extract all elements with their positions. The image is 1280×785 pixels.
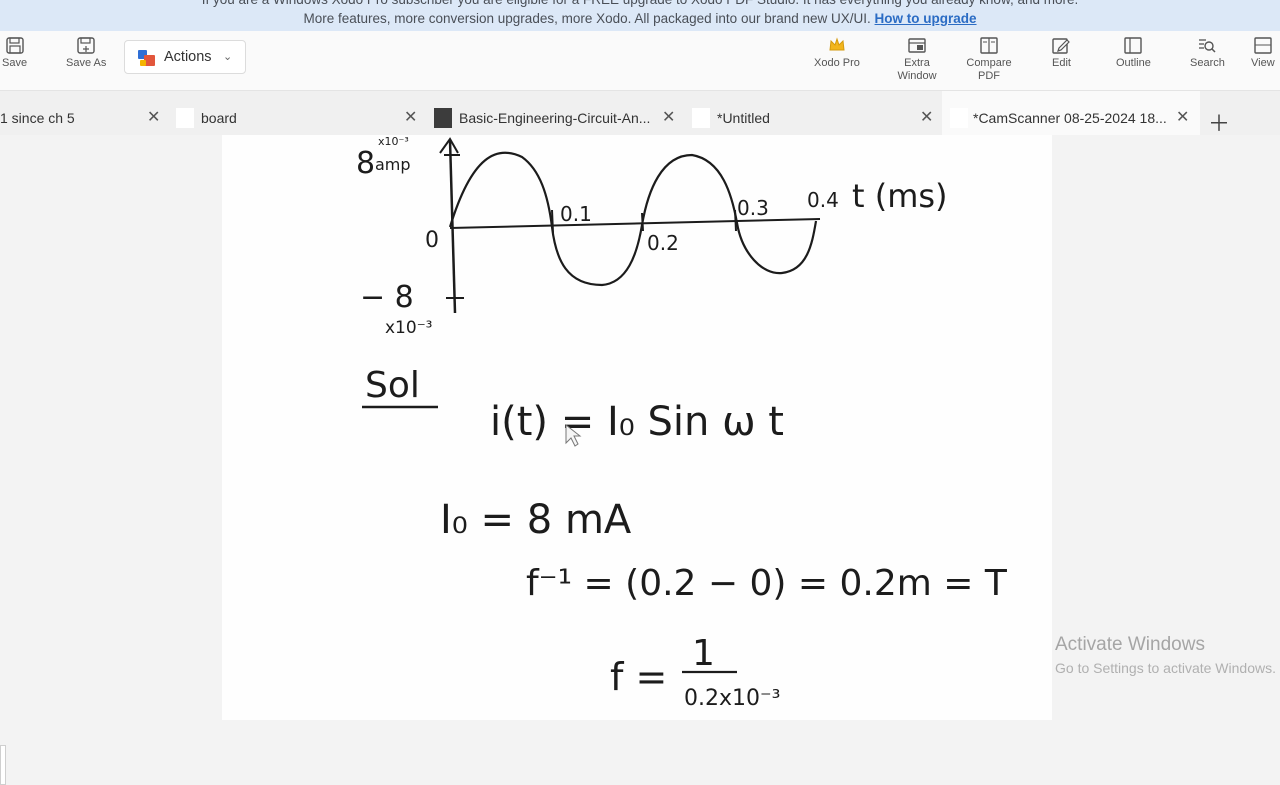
tab-label: 1 since ch 5	[0, 110, 75, 126]
extra-window-label-2: Window	[897, 70, 937, 82]
edit-button[interactable]: Edit	[1052, 37, 1071, 70]
tab-untitled[interactable]: *Untitled ✕	[684, 91, 942, 135]
toolbar: Save Save As Actions ⌄ Xodo Pro Extra Wi…	[0, 31, 1280, 91]
save-as-button[interactable]: Save As	[66, 37, 106, 70]
view-label: View	[1251, 57, 1275, 69]
x-label-04: 0.4	[807, 188, 839, 212]
document-icon	[176, 108, 194, 128]
chevron-down-icon: ⌄	[223, 51, 233, 63]
add-tab-button[interactable]: ＋	[1208, 106, 1230, 138]
close-icon[interactable]: ✕	[662, 107, 675, 127]
search-button[interactable]: Search	[1190, 37, 1225, 70]
close-icon[interactable]: ✕	[404, 107, 417, 127]
save-icon	[5, 37, 24, 54]
banner-line-2-text: More features, more conversion upgrades,…	[303, 11, 871, 26]
save-as-label: Save As	[66, 57, 107, 69]
tab-label: *Untitled	[717, 110, 770, 126]
compare-pdf-button[interactable]: Compare PDF	[964, 37, 1014, 83]
outline-label: Outline	[1116, 57, 1151, 69]
save-button[interactable]: Save	[2, 37, 27, 70]
x-label-02: 0.2	[647, 231, 679, 255]
y-bottom-value: − 8	[360, 280, 414, 315]
equation-2: I₀ = 8 mA	[440, 497, 632, 543]
left-panel-handle[interactable]	[0, 745, 6, 785]
y-top-exponent: x10⁻³	[378, 135, 409, 148]
equation-4-denominator: 0.2x10⁻³	[684, 686, 780, 711]
tab-label: board	[201, 110, 237, 126]
compare-icon	[980, 37, 998, 54]
equation-4-lhs: f =	[610, 655, 667, 699]
handwritten-content: 8 x10⁻³ amp 0 − 8 x10⁻³ 0.1 0.2 0.3 0.4 …	[356, 135, 1008, 711]
save-label: Save	[2, 57, 28, 69]
edit-label: Edit	[1052, 57, 1071, 69]
window-icon	[908, 38, 926, 53]
tab-bar: 1 since ch 5 ✕ board ✕ Basic-Engineering…	[0, 91, 1280, 135]
document-viewport[interactable]: 8 x10⁻³ amp 0 − 8 x10⁻³ 0.1 0.2 0.3 0.4 …	[0, 135, 1280, 785]
tab-label: Basic-Engineering-Circuit-An...	[459, 110, 651, 126]
view-button[interactable]: View	[1251, 37, 1275, 70]
tick-01	[551, 209, 554, 234]
save-as-icon	[77, 37, 95, 54]
crown-icon	[829, 37, 845, 51]
close-icon[interactable]: ✕	[920, 107, 933, 127]
y-top-unit: amp	[375, 155, 411, 174]
xodo-pro-button[interactable]: Xodo Pro	[814, 37, 860, 70]
equation-4-numerator: 1	[692, 633, 715, 674]
tab-label: *CamScanner 08-25-2024 18...	[973, 110, 1167, 126]
book-cover-icon	[434, 108, 452, 128]
search-label: Search	[1190, 57, 1225, 69]
compare-label-2: PDF	[978, 70, 1000, 82]
banner-line-2: More features, more conversion upgrades,…	[0, 10, 1280, 28]
sol-heading: Sol	[365, 365, 420, 406]
how-to-upgrade-link[interactable]: How to upgrade	[875, 11, 977, 26]
tab-camscanner[interactable]: *CamScanner 08-25-2024 18... ✕	[942, 91, 1200, 135]
compare-label-1: Compare	[966, 57, 1012, 69]
x-axis	[449, 218, 821, 229]
extra-window-button[interactable]: Extra Window	[896, 37, 938, 83]
close-icon[interactable]: ✕	[147, 107, 160, 127]
outline-button[interactable]: Outline	[1116, 37, 1151, 70]
extra-window-label-1: Extra	[904, 57, 930, 69]
banner-line-1: If you are a Windows Xodo Pro subscriber…	[0, 0, 1280, 9]
y-zero-label: 0	[425, 228, 439, 253]
activate-windows-title: Activate Windows	[1055, 634, 1205, 655]
x-label-01: 0.1	[560, 202, 592, 226]
upgrade-banner: If you are a Windows Xodo Pro subscriber…	[0, 0, 1280, 31]
tick-02	[641, 212, 644, 232]
x-label-03: 0.3	[737, 196, 769, 220]
tick-03	[734, 209, 737, 232]
tab-basic-engineering[interactable]: Basic-Engineering-Circuit-An... ✕	[426, 91, 684, 135]
y-top-value: 8	[356, 146, 375, 181]
tab-1-since-ch-5[interactable]: 1 since ch 5 ✕	[0, 91, 168, 135]
pdf-page[interactable]: 8 x10⁻³ amp 0 − 8 x10⁻³ 0.1 0.2 0.3 0.4 …	[222, 135, 1052, 720]
actions-icon	[138, 50, 155, 66]
outline-icon	[1124, 37, 1143, 54]
equation-1: i(t) = I₀ Sin ω t	[490, 399, 784, 445]
xodo-pro-label: Xodo Pro	[814, 57, 860, 69]
search-icon	[1199, 39, 1216, 53]
document-icon	[692, 108, 710, 128]
equation-3: f⁻¹ = (0.2 − 0) = 0.2m = T	[526, 563, 1008, 604]
actions-label: Actions	[164, 49, 212, 65]
document-icon	[950, 108, 968, 128]
actions-dropdown[interactable]: Actions ⌄	[124, 40, 246, 74]
view-icon	[1254, 37, 1272, 54]
close-icon[interactable]: ✕	[1176, 107, 1189, 127]
edit-icon	[1052, 38, 1071, 54]
y-bottom-exponent: x10⁻³	[385, 318, 432, 338]
x-axis-unit: t (ms)	[852, 177, 948, 215]
tab-board[interactable]: board ✕	[168, 91, 426, 135]
activate-windows-subtitle: Go to Settings to activate Windows.	[1055, 660, 1276, 676]
